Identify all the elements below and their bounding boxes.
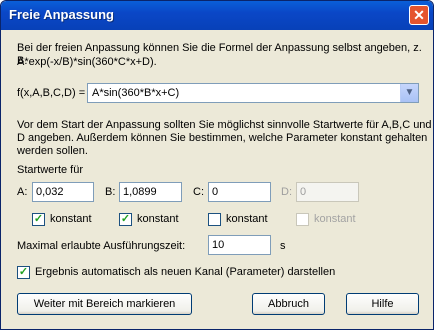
- param-b-const-label: konstant: [137, 213, 179, 225]
- param-d-const-checkbox: [296, 213, 309, 226]
- runtime-label: Maximal erlaubte Ausführungszeit:: [17, 240, 186, 252]
- param-b-input[interactable]: 1,0899: [119, 182, 182, 202]
- param-a-label: A:: [17, 186, 28, 198]
- formula-label: f(x,A,B,C,D) =: [17, 87, 86, 99]
- runtime-input[interactable]: 10: [208, 235, 271, 255]
- formula-combobox[interactable]: A*sin(360*B*x+C) ▼: [87, 83, 419, 103]
- param-c-input[interactable]: 0: [208, 182, 271, 202]
- param-d-const-label: konstant: [314, 213, 356, 225]
- param-b-const-checkbox[interactable]: ✓: [119, 213, 132, 226]
- hint-text-line-3: werden sollen.: [17, 145, 88, 157]
- chevron-down-icon[interactable]: ▼: [400, 84, 418, 102]
- result-auto-label: Ergebnis automatisch als neuen Kanal (Pa…: [35, 266, 336, 278]
- param-d-label: D:: [281, 186, 292, 198]
- formula-value: A*sin(360*B*x+C): [92, 87, 180, 99]
- param-a-const-checkbox[interactable]: ✓: [32, 213, 45, 226]
- param-c-label: C:: [193, 186, 204, 198]
- start-values-heading: Startwerte für: [17, 164, 84, 176]
- result-auto-checkbox[interactable]: ✓: [17, 266, 30, 279]
- param-c-const-label: konstant: [226, 213, 268, 225]
- continue-mark-range-button[interactable]: Weiter mit Bereich markieren: [17, 293, 192, 315]
- runtime-unit: s: [280, 240, 286, 252]
- hint-text-line-1: Vor dem Start der Anpassung sollten Sie …: [17, 119, 432, 131]
- help-button[interactable]: Hilfe: [346, 293, 419, 315]
- close-button[interactable]: ✕: [409, 5, 429, 25]
- intro-text-line-2: A*exp(-x/B)*sin(360*C*x+D).: [17, 56, 157, 68]
- window-title: Freie Anpassung: [9, 7, 114, 22]
- param-c-const-checkbox[interactable]: [208, 213, 221, 226]
- cancel-button[interactable]: Abbruch: [252, 293, 325, 315]
- param-b-label: B:: [105, 186, 116, 198]
- title-bar[interactable]: Freie Anpassung ✕: [1, 1, 433, 30]
- param-a-input[interactable]: 0,032: [32, 182, 94, 202]
- param-d-input: 0: [296, 182, 359, 202]
- param-a-const-label: konstant: [50, 213, 92, 225]
- dialog-window: Freie Anpassung ✕ Bei der freien Anpassu…: [0, 0, 434, 330]
- hint-text-line-2: D angeben. Außerdem können Sie bestimmen…: [17, 132, 428, 144]
